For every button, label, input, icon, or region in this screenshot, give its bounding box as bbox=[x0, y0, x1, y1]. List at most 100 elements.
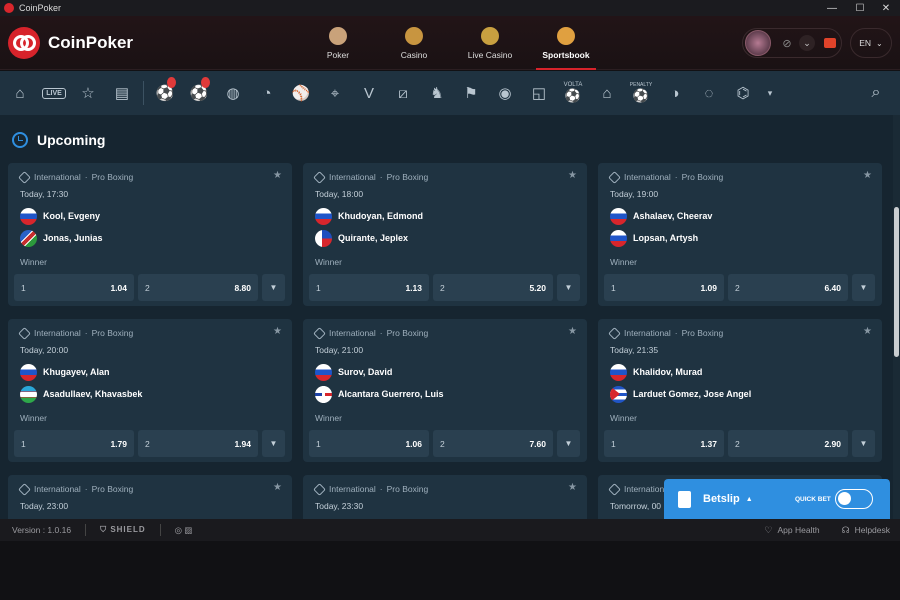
volleyball-icon[interactable]: ◉ bbox=[488, 71, 522, 115]
nav-sportsbook[interactable]: Sportsbook bbox=[528, 16, 604, 70]
separator-dot: · bbox=[379, 172, 383, 182]
helpdesk-link[interactable]: Helpdesk bbox=[855, 525, 890, 535]
market-label: Winner bbox=[315, 413, 342, 423]
odds-button-1[interactable]: 1 1.79 bbox=[14, 430, 134, 457]
home-icon[interactable]: ⌂ bbox=[3, 71, 37, 115]
live-casino-icon bbox=[481, 26, 499, 45]
nav-label: Poker bbox=[326, 49, 350, 60]
more-markets-button[interactable]: ▼ bbox=[852, 274, 875, 301]
odds-button-1[interactable]: 1 1.06 bbox=[309, 430, 429, 457]
counter-strike-icon[interactable]: ⌖ bbox=[318, 71, 352, 115]
cricket-icon[interactable]: ◌ bbox=[692, 71, 726, 115]
valorant-icon[interactable]: V bbox=[352, 71, 386, 115]
user-menu[interactable]: ⊘ ⌄ bbox=[742, 28, 842, 58]
baseball-icon[interactable]: ⚾ bbox=[284, 71, 318, 115]
racing-flag-icon[interactable]: ⚑ bbox=[454, 71, 488, 115]
favorite-star-icon[interactable]: ★ bbox=[273, 326, 282, 337]
favorite-star-icon[interactable]: ★ bbox=[568, 482, 577, 493]
match-category: International bbox=[329, 328, 376, 338]
chevron-down-icon[interactable]: ▾ bbox=[760, 71, 780, 115]
odds-value: 8.80 bbox=[234, 282, 251, 293]
odds-label: 2 bbox=[145, 282, 150, 293]
favorite-star-icon[interactable]: ★ bbox=[273, 482, 282, 493]
favorite-star-icon[interactable]: ★ bbox=[863, 326, 872, 337]
chevron-down-icon[interactable]: ⌄ bbox=[799, 35, 815, 51]
ice-hockey-icon[interactable]: ◑ bbox=[658, 71, 692, 115]
betslip-panel[interactable]: Betslip ▲ QUICK BET bbox=[664, 479, 890, 519]
team-name: Jonas, Junias bbox=[43, 233, 103, 243]
team-away: Alcantara Guerrero, Luis bbox=[315, 385, 444, 403]
more-markets-button[interactable]: ▼ bbox=[557, 274, 580, 301]
minimize-button[interactable]: — bbox=[818, 0, 846, 16]
odds-button-1[interactable]: 1 1.37 bbox=[604, 430, 724, 457]
favorite-star-icon[interactable]: ★ bbox=[863, 170, 872, 181]
odds-button-1[interactable]: 1 1.04 bbox=[14, 274, 134, 301]
odds-button-2[interactable]: 2 1.94 bbox=[138, 430, 258, 457]
odds-button-1[interactable]: 1 1.13 bbox=[309, 274, 429, 301]
avatar[interactable] bbox=[745, 30, 771, 56]
penalty-icon[interactable]: PENALTY ⚽ bbox=[624, 71, 658, 115]
team-name: Kool, Evgeny bbox=[43, 211, 101, 221]
more-markets-button[interactable]: ▼ bbox=[557, 430, 580, 457]
separator-dot: · bbox=[674, 172, 678, 182]
more-markets-button[interactable]: ▼ bbox=[262, 274, 285, 301]
star-icon[interactable]: ☆ bbox=[71, 71, 105, 115]
soccer-hot-icon[interactable]: ⚽ bbox=[148, 71, 182, 115]
scrollbar[interactable] bbox=[893, 115, 900, 519]
dota-icon[interactable]: ◱ bbox=[522, 71, 556, 115]
favorite-star-icon[interactable]: ★ bbox=[568, 170, 577, 181]
odds-button-2[interactable]: 2 7.60 bbox=[433, 430, 553, 457]
casino-icon bbox=[405, 26, 423, 45]
hide-balance-icon[interactable]: ⊘ bbox=[779, 35, 795, 51]
shield-label: SHIELD bbox=[110, 525, 146, 534]
flag-icon bbox=[315, 207, 332, 225]
match-category: International bbox=[624, 328, 671, 338]
maximize-button[interactable]: ☐ bbox=[846, 0, 874, 16]
volta-icon[interactable]: VOLTA ⚽ bbox=[556, 71, 590, 115]
promotions-tag-icon[interactable]: ⌬ bbox=[726, 71, 760, 115]
odds-button-1[interactable]: 1 1.09 bbox=[604, 274, 724, 301]
match-card[interactable]: International · Pro Boxing ★ Today, 23:0… bbox=[8, 475, 292, 519]
close-button[interactable]: ✕ bbox=[872, 0, 900, 16]
bet-history-icon[interactable]: ▤ bbox=[105, 71, 139, 115]
chess-icon[interactable]: ♞ bbox=[420, 71, 454, 115]
favorite-star-icon[interactable]: ★ bbox=[273, 170, 282, 181]
version-label: Version : 1.0.16 bbox=[12, 525, 72, 535]
more-markets-button[interactable]: ▼ bbox=[852, 430, 875, 457]
esports-icon[interactable]: ⧄ bbox=[386, 71, 420, 115]
match-card[interactable]: International · Pro Boxing ★ Today, 19:0… bbox=[598, 163, 882, 306]
odds-button-2[interactable]: 2 6.40 bbox=[728, 274, 848, 301]
more-markets-button[interactable]: ▼ bbox=[262, 430, 285, 457]
odds-button-2[interactable]: 2 5.20 bbox=[433, 274, 553, 301]
basketball-icon[interactable]: ◍ bbox=[216, 71, 250, 115]
chevron-up-icon[interactable]: ▲ bbox=[746, 496, 753, 503]
nav-casino[interactable]: Casino bbox=[376, 16, 452, 70]
match-card[interactable]: International · Pro Boxing ★ Today, 23:3… bbox=[303, 475, 587, 519]
match-meta: International · Pro Boxing bbox=[608, 170, 723, 184]
match-league: Pro Boxing bbox=[91, 172, 134, 182]
match-card[interactable]: International · Pro Boxing ★ Today, 17:3… bbox=[8, 163, 292, 306]
live-button[interactable]: LIVE bbox=[37, 71, 71, 115]
wallet-icon[interactable] bbox=[824, 38, 836, 48]
nav-poker[interactable]: Poker bbox=[300, 16, 376, 70]
team-name: Larduet Gomez, Jose Angel bbox=[633, 389, 752, 399]
quick-bet-toggle[interactable] bbox=[835, 489, 873, 509]
brand-logo[interactable]: CoinPoker bbox=[8, 27, 133, 59]
search-icon[interactable]: ⌕ bbox=[866, 83, 886, 103]
favorite-star-icon[interactable]: ★ bbox=[568, 326, 577, 337]
match-card[interactable]: International · Pro Boxing ★ Today, 18:0… bbox=[303, 163, 587, 306]
odds-button-2[interactable]: 2 2.90 bbox=[728, 430, 848, 457]
desktop-background bbox=[0, 541, 900, 600]
app-health-link[interactable]: App Health bbox=[778, 525, 820, 535]
home-soccer-icon[interactable]: ⌂ bbox=[590, 71, 624, 115]
match-card[interactable]: International · Pro Boxing ★ Today, 21:0… bbox=[303, 319, 587, 462]
scrollbar-thumb[interactable] bbox=[894, 207, 899, 357]
soccer-live-icon[interactable]: ⚽ bbox=[182, 71, 216, 115]
match-card[interactable]: International · Pro Boxing ★ Today, 20:0… bbox=[8, 319, 292, 462]
match-card[interactable]: International · Pro Boxing ★ Today, 21:3… bbox=[598, 319, 882, 462]
tennis-icon[interactable]: ◔ bbox=[250, 71, 284, 115]
separator-dot: · bbox=[379, 484, 383, 494]
language-selector[interactable]: EN ⌄ bbox=[850, 28, 892, 58]
odds-button-2[interactable]: 2 8.80 bbox=[138, 274, 258, 301]
nav-live-casino[interactable]: Live Casino bbox=[452, 16, 528, 70]
